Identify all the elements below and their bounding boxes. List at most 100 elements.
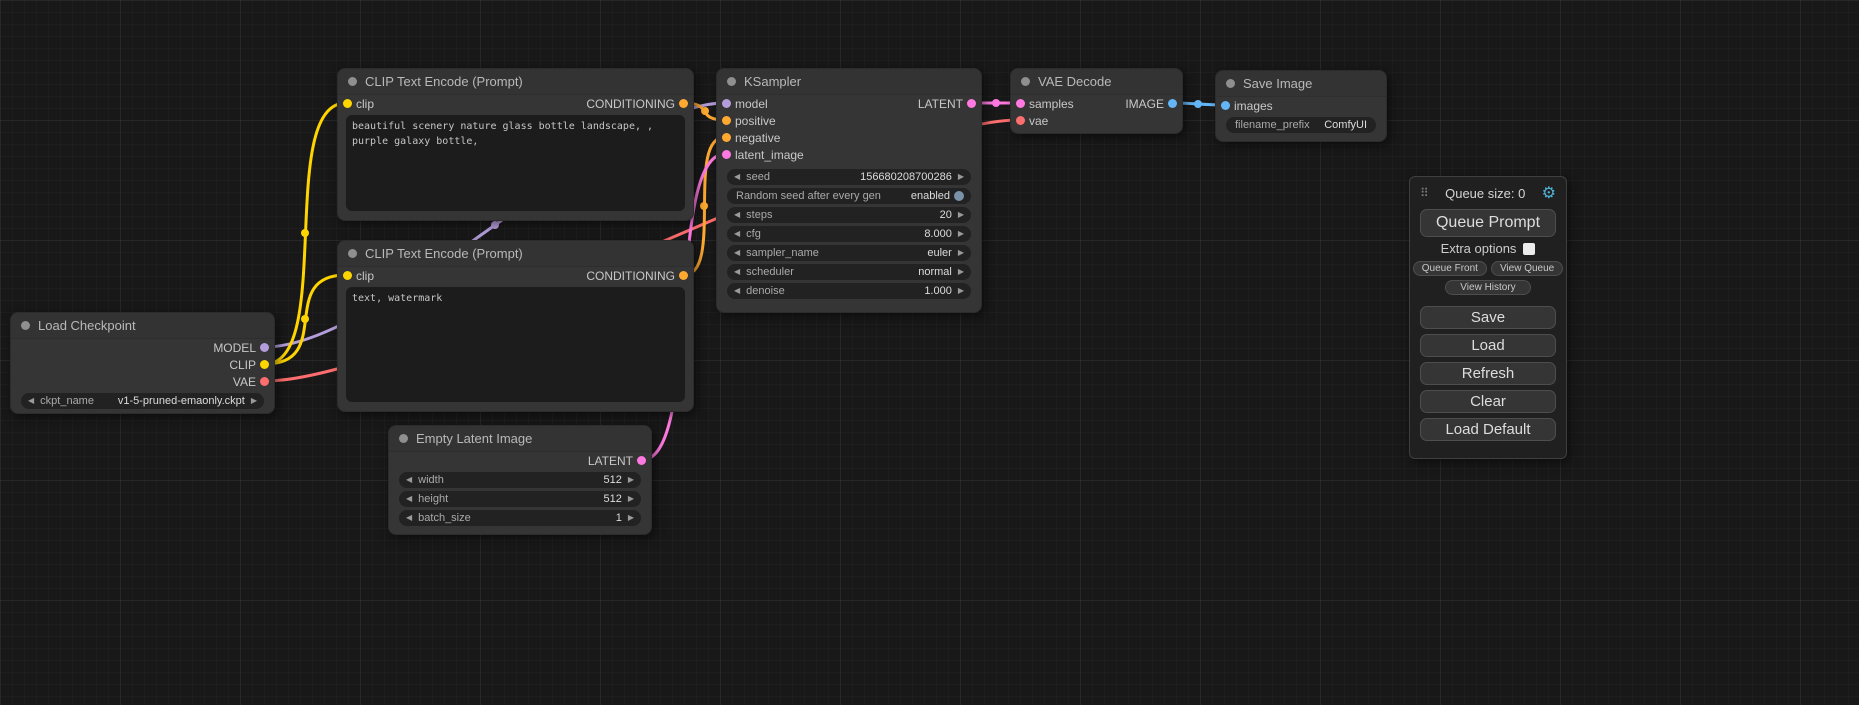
node-title-bar[interactable]: CLIP Text Encode (Prompt) (338, 69, 693, 95)
decrement-arrow-icon[interactable]: ◀ (734, 211, 740, 219)
link-midpoint-dot (700, 202, 708, 210)
link-midpoint-dot (301, 315, 309, 323)
input-port-vae[interactable] (1016, 116, 1025, 125)
settings-gear-icon[interactable]: ⚙ (1542, 183, 1556, 203)
increment-arrow-icon[interactable]: ▶ (628, 476, 634, 484)
decrement-arrow-icon[interactable]: ◀ (406, 495, 412, 503)
widget-label: height (418, 493, 448, 505)
input-port-samples[interactable] (1016, 99, 1025, 108)
link-midpoint-dot (701, 107, 709, 115)
scheduler-widget[interactable]: ◀ scheduler normal ▶ (727, 264, 971, 280)
collapse-dot-icon[interactable] (348, 77, 357, 86)
increment-arrow-icon[interactable]: ▶ (628, 495, 634, 503)
queue-front-button[interactable]: Queue Front (1413, 261, 1487, 276)
random-seed-toggle-widget[interactable]: Random seed after every gen enabled (727, 188, 971, 204)
decrement-arrow-icon[interactable]: ◀ (734, 249, 740, 257)
widget-label: sampler_name (746, 247, 819, 259)
increment-arrow-icon[interactable]: ▶ (958, 287, 964, 295)
node-title-bar[interactable]: Save Image (1216, 71, 1386, 97)
seed-widget[interactable]: ◀ seed 156680208700286 ▶ (727, 169, 971, 185)
refresh-button[interactable]: Refresh (1420, 362, 1556, 385)
save-button[interactable]: Save (1420, 306, 1556, 329)
increment-arrow-icon[interactable]: ▶ (958, 211, 964, 219)
node-vae-decode[interactable]: VAE Decode samples IMAGE vae (1010, 68, 1183, 134)
view-queue-button[interactable]: View Queue (1491, 261, 1563, 276)
clear-button[interactable]: Clear (1420, 390, 1556, 413)
input-port-model[interactable] (722, 99, 731, 108)
output-port-vae[interactable] (260, 377, 269, 386)
drag-handle-icon[interactable]: ⠿ (1420, 186, 1429, 200)
increment-arrow-icon[interactable]: ▶ (251, 397, 257, 405)
widget-label: filename_prefix (1235, 119, 1310, 131)
decrement-arrow-icon[interactable]: ◀ (734, 173, 740, 181)
output-port-image[interactable] (1168, 99, 1177, 108)
node-title-bar[interactable]: Load Checkpoint (11, 313, 274, 339)
collapse-dot-icon[interactable] (399, 434, 408, 443)
node-title-bar[interactable]: CLIP Text Encode (Prompt) (338, 241, 693, 267)
collapse-dot-icon[interactable] (348, 249, 357, 258)
input-port-latent-image[interactable] (722, 150, 731, 159)
decrement-arrow-icon[interactable]: ◀ (734, 268, 740, 276)
batch-size-widget[interactable]: ◀ batch_size 1 ▶ (399, 510, 641, 526)
widget-label: Random seed after every gen (736, 190, 881, 202)
link-midpoint-dot (1194, 100, 1202, 108)
node-empty-latent-image[interactable]: Empty Latent Image LATENT ◀ width 512 ▶ … (388, 425, 652, 535)
node-clip-text-encode-negative[interactable]: CLIP Text Encode (Prompt) clip CONDITION… (337, 240, 694, 412)
node-load-checkpoint[interactable]: Load Checkpoint MODEL CLIP VAE ◀ ckpt_na… (10, 312, 275, 414)
increment-arrow-icon[interactable]: ▶ (958, 230, 964, 238)
widget-value: 156680208700286 (860, 171, 952, 183)
steps-widget[interactable]: ◀ steps 20 ▶ (727, 207, 971, 223)
increment-arrow-icon[interactable]: ▶ (628, 514, 634, 522)
decrement-arrow-icon[interactable]: ◀ (406, 476, 412, 484)
node-title-bar[interactable]: Empty Latent Image (389, 426, 651, 452)
load-button[interactable]: Load (1420, 334, 1556, 357)
decrement-arrow-icon[interactable]: ◀ (734, 287, 740, 295)
view-history-button[interactable]: View History (1445, 280, 1530, 295)
collapse-dot-icon[interactable] (727, 77, 736, 86)
increment-arrow-icon[interactable]: ▶ (958, 268, 964, 276)
load-default-button[interactable]: Load Default (1420, 418, 1556, 441)
output-port-model[interactable] (260, 343, 269, 352)
increment-arrow-icon[interactable]: ▶ (958, 249, 964, 257)
toggle-dot-icon[interactable] (954, 191, 964, 201)
node-ksampler[interactable]: KSampler model LATENT positive negative … (716, 68, 982, 313)
queue-size-label: Queue size: 0 (1429, 186, 1542, 201)
output-port-conditioning[interactable] (679, 271, 688, 280)
cfg-widget[interactable]: ◀ cfg 8.000 ▶ (727, 226, 971, 242)
node-title-bar[interactable]: KSampler (717, 69, 981, 95)
node-title: CLIP Text Encode (Prompt) (365, 74, 523, 89)
node-clip-text-encode-positive[interactable]: CLIP Text Encode (Prompt) clip CONDITION… (337, 68, 694, 221)
ckpt-name-widget[interactable]: ◀ ckpt_name v1-5-pruned-emaonly.ckpt ▶ (21, 393, 264, 409)
queue-menu-panel[interactable]: ⠿ Queue size: 0 ⚙ Queue Prompt Extra opt… (1409, 176, 1567, 459)
decrement-arrow-icon[interactable]: ◀ (406, 514, 412, 522)
output-port-clip[interactable] (260, 360, 269, 369)
width-widget[interactable]: ◀ width 512 ▶ (399, 472, 641, 488)
node-title-bar[interactable]: VAE Decode (1011, 69, 1182, 95)
queue-prompt-button[interactable]: Queue Prompt (1420, 209, 1556, 237)
widget-label: batch_size (418, 512, 471, 524)
height-widget[interactable]: ◀ height 512 ▶ (399, 491, 641, 507)
input-port-negative[interactable] (722, 133, 731, 142)
output-port-conditioning[interactable] (679, 99, 688, 108)
increment-arrow-icon[interactable]: ▶ (958, 173, 964, 181)
decrement-arrow-icon[interactable]: ◀ (734, 230, 740, 238)
input-port-clip[interactable] (343, 99, 352, 108)
output-label-model: MODEL (213, 341, 256, 355)
decrement-arrow-icon[interactable]: ◀ (28, 397, 34, 405)
widget-value: enabled (911, 190, 950, 202)
input-port-clip[interactable] (343, 271, 352, 280)
collapse-dot-icon[interactable] (21, 321, 30, 330)
output-port-latent[interactable] (637, 456, 646, 465)
filename-prefix-widget[interactable]: filename_prefix ComfyUI (1226, 117, 1376, 133)
node-save-image[interactable]: Save Image images filename_prefix ComfyU… (1215, 70, 1387, 142)
extra-options-checkbox[interactable] (1523, 243, 1535, 255)
output-port-latent[interactable] (967, 99, 976, 108)
input-port-positive[interactable] (722, 116, 731, 125)
input-port-images[interactable] (1221, 101, 1230, 110)
positive-prompt-textarea[interactable]: beautiful scenery nature glass bottle la… (346, 115, 685, 211)
collapse-dot-icon[interactable] (1021, 77, 1030, 86)
negative-prompt-textarea[interactable]: text, watermark (346, 287, 685, 402)
collapse-dot-icon[interactable] (1226, 79, 1235, 88)
denoise-widget[interactable]: ◀ denoise 1.000 ▶ (727, 283, 971, 299)
sampler-name-widget[interactable]: ◀ sampler_name euler ▶ (727, 245, 971, 261)
